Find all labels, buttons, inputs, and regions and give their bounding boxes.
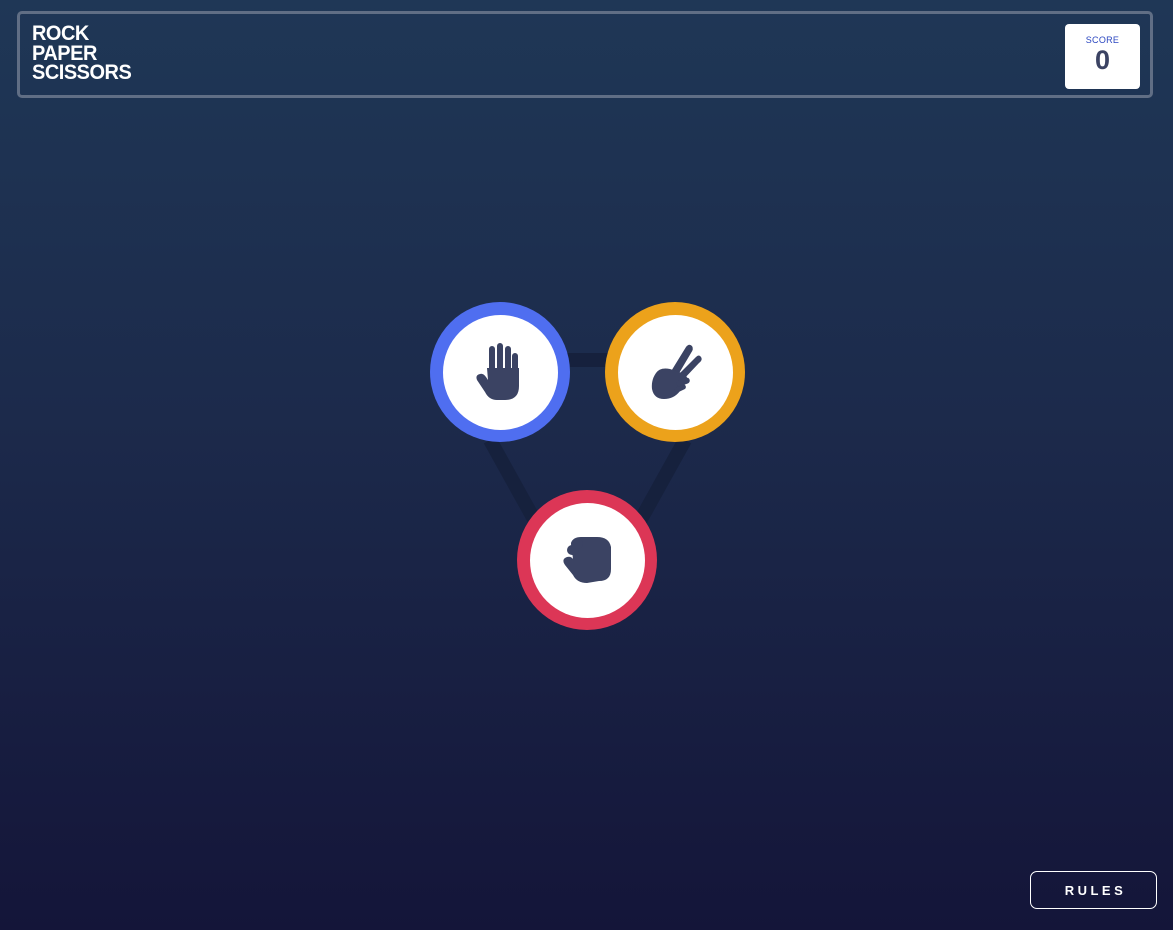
paper-token-face[interactable] [442,314,558,430]
scissors-token[interactable] [605,302,745,442]
triangle-background [483,353,692,534]
game-board [0,0,1173,930]
scissors-hand-icon [648,343,702,401]
rock-token-face[interactable] [529,502,645,618]
rock-fist-icon [561,535,613,585]
rock-token[interactable] [517,490,657,630]
paper-hand-icon [475,342,525,402]
paper-token[interactable] [430,302,570,442]
rules-button[interactable]: RULES [1030,871,1157,909]
scissors-token-face[interactable] [617,314,733,430]
